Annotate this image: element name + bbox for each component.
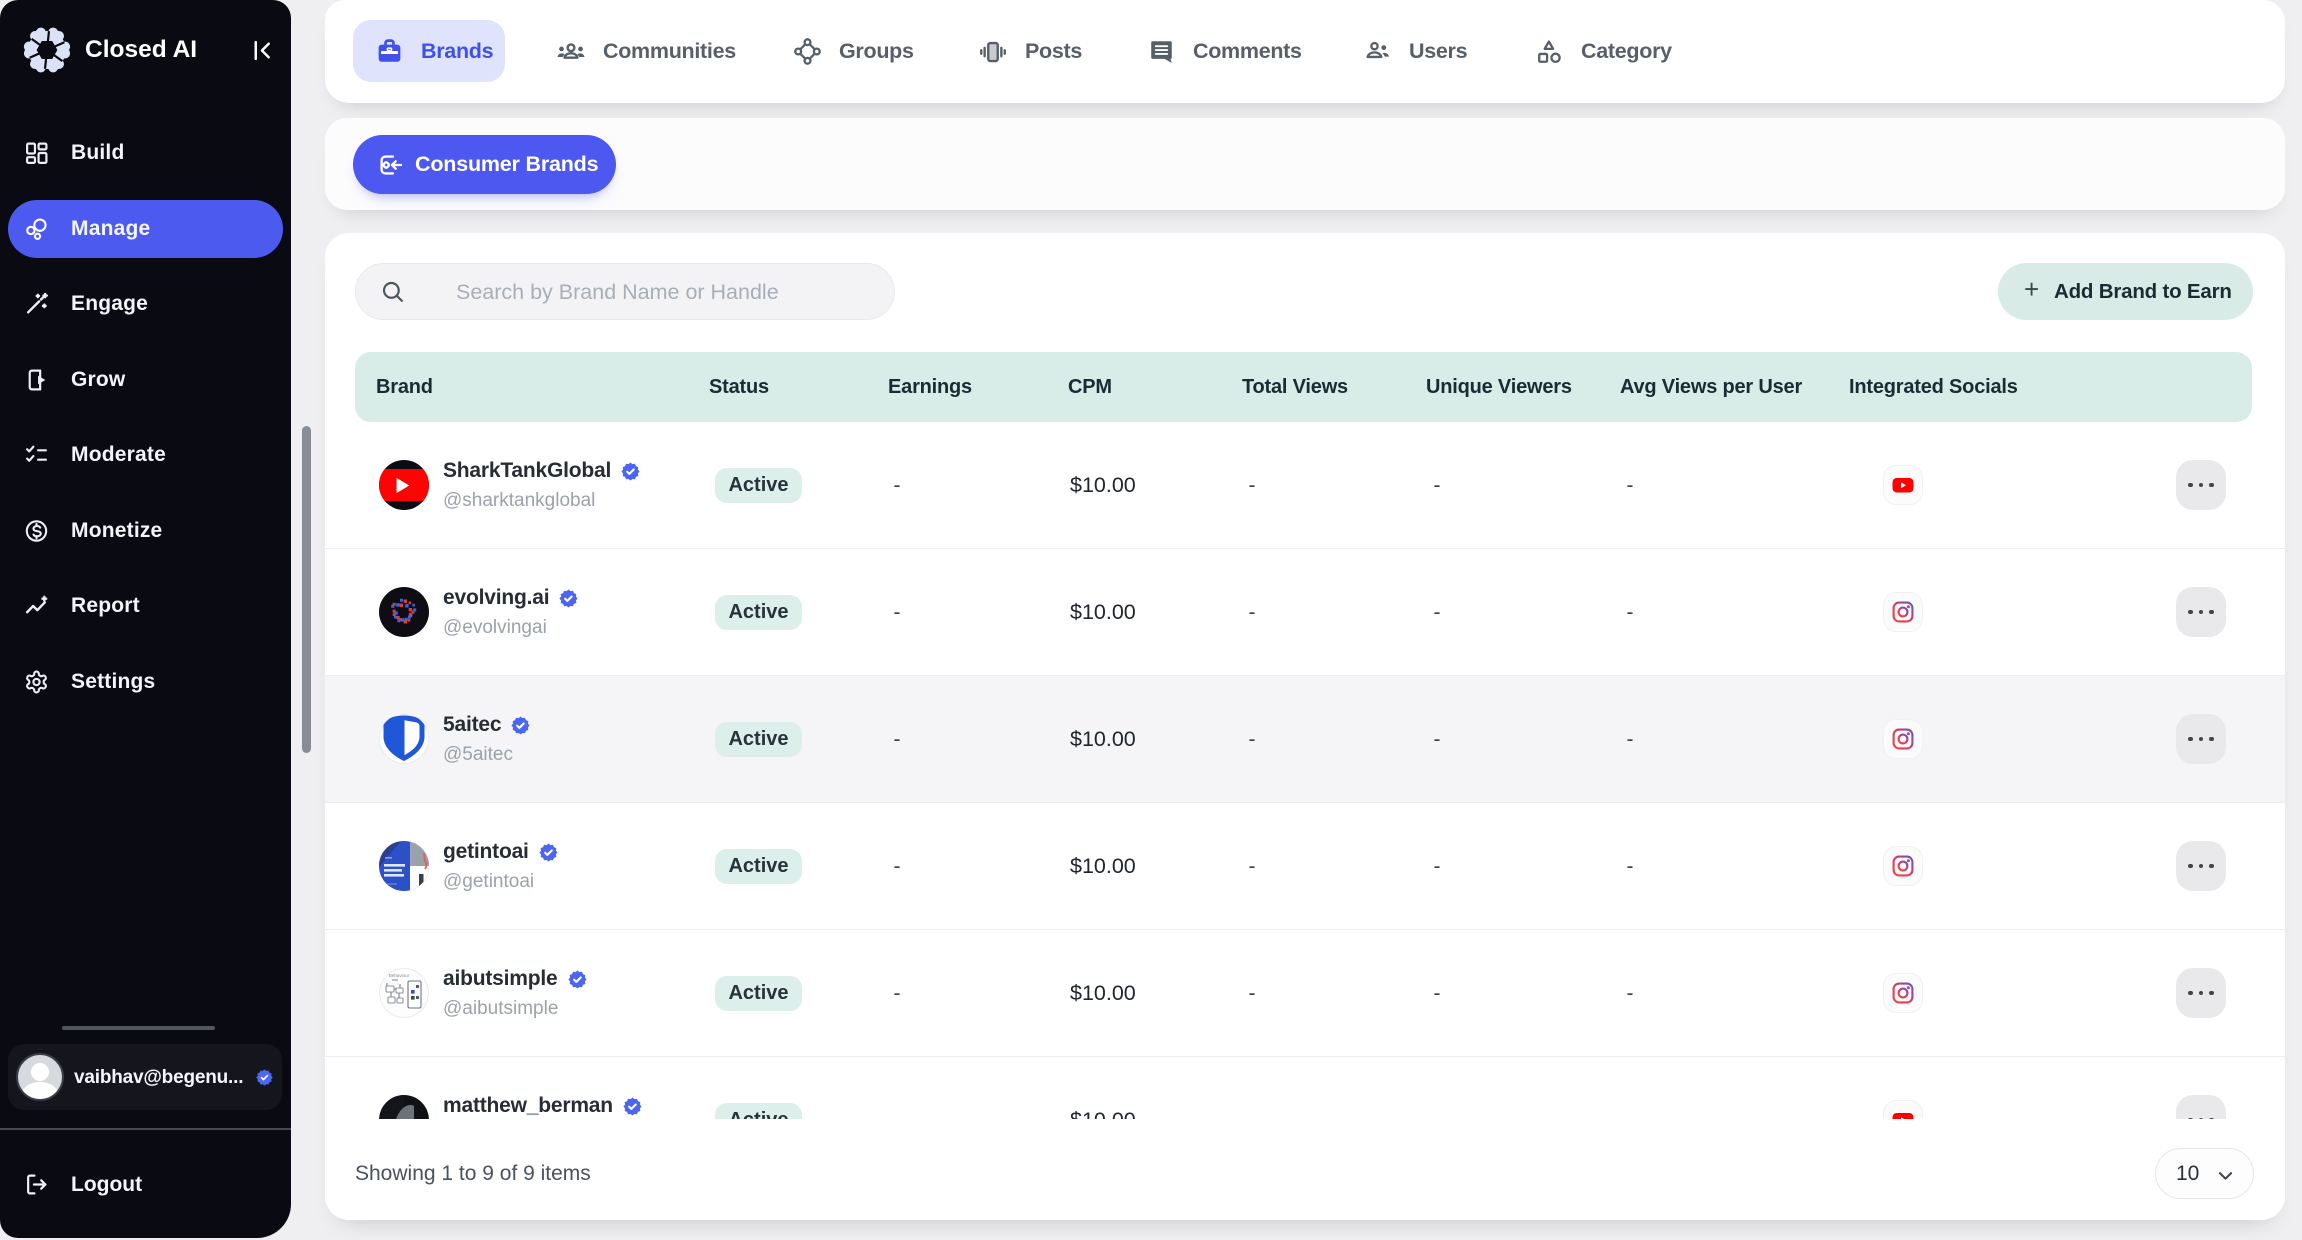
svg-text:Behaviour: Behaviour <box>389 973 410 978</box>
